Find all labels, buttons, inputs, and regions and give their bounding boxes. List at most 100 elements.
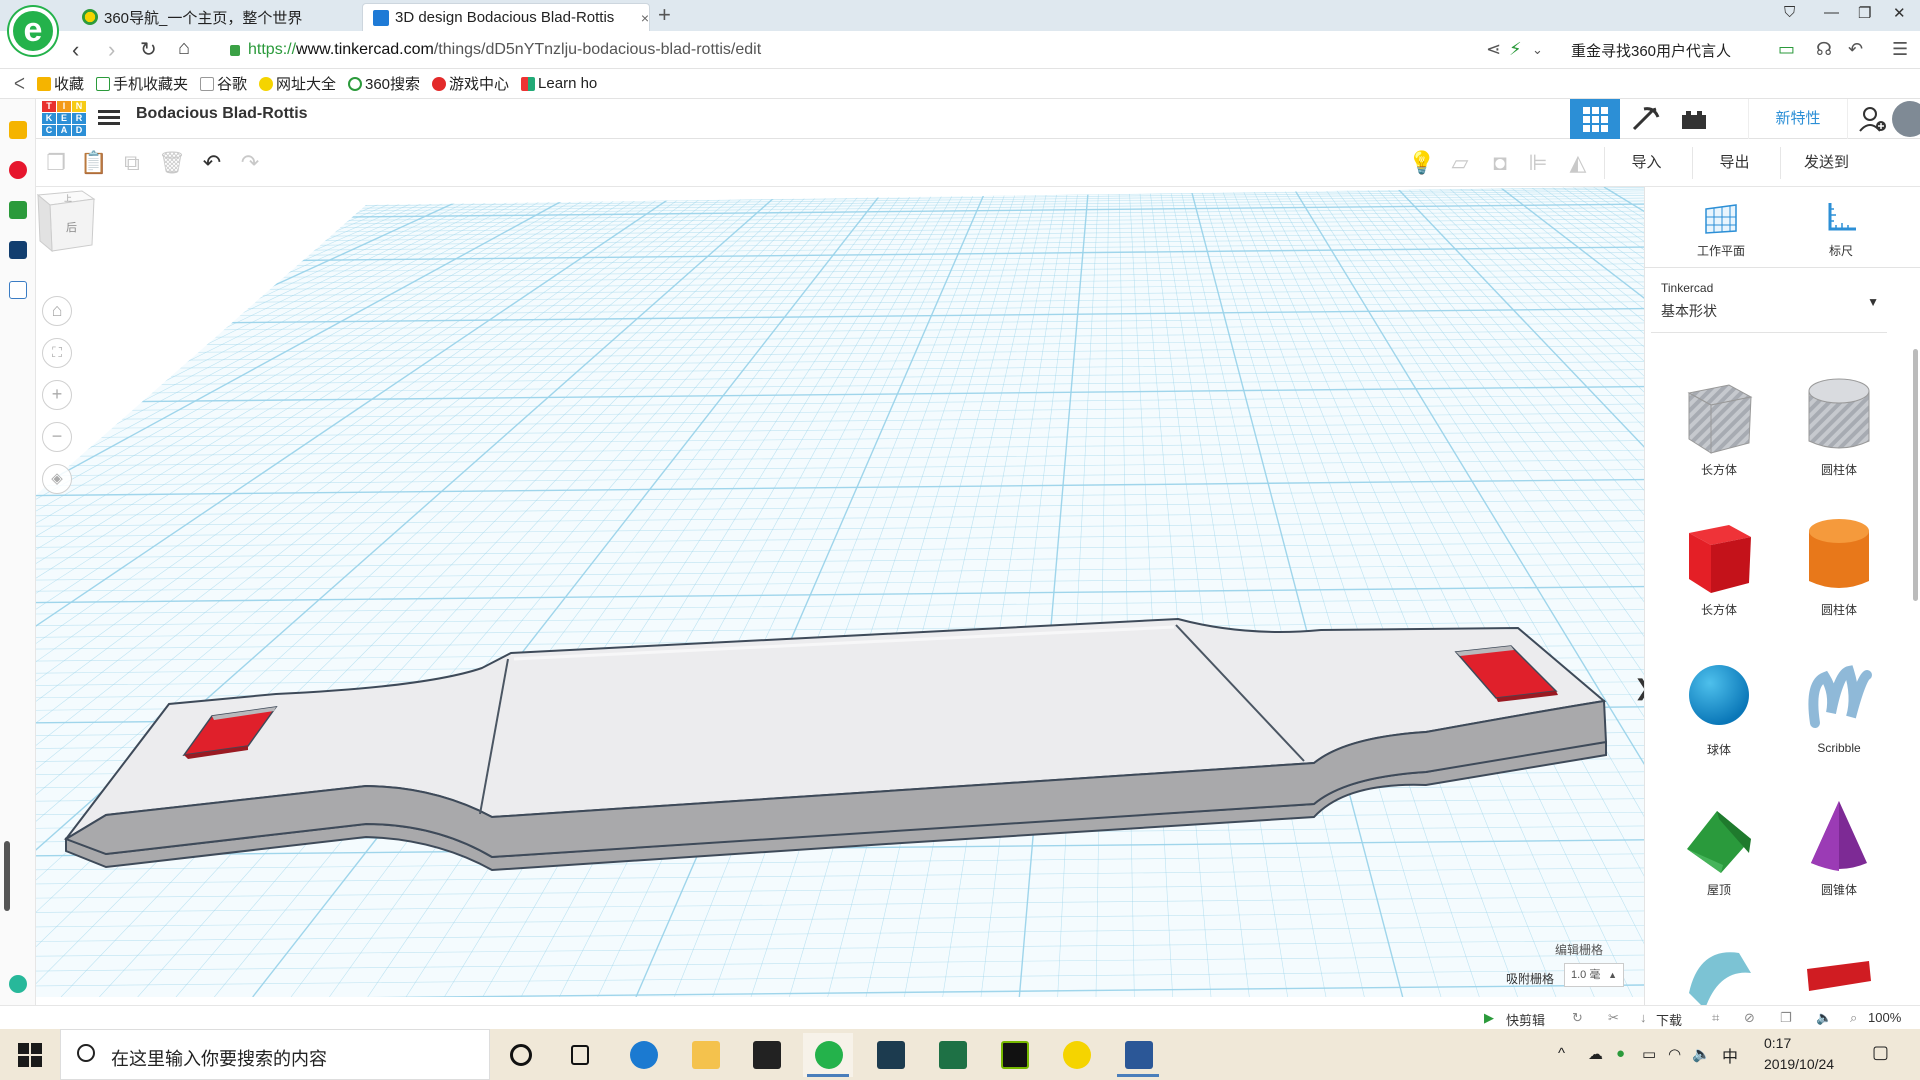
edit-grid-button[interactable]: 编辑栅格 [1555, 941, 1603, 958]
ime-indicator[interactable]: 中 [1722, 1043, 1738, 1067]
3d-view-button[interactable] [1570, 99, 1620, 139]
collapse-icon[interactable]: ᐸ [14, 75, 25, 93]
restore-button[interactable]: ❐ [1858, 4, 1871, 22]
panel-scrollbar[interactable] [1913, 349, 1918, 601]
new-tab-button[interactable]: + [658, 2, 671, 28]
avatar[interactable] [1892, 101, 1920, 137]
pickaxe-icon[interactable] [1630, 105, 1660, 133]
reload-icon[interactable]: ↻ [140, 37, 157, 62]
battery-tray-icon[interactable]: ▭ [1642, 1045, 1656, 1063]
import-button[interactable]: 导入 [1604, 147, 1688, 179]
weibo-icon[interactable] [9, 161, 27, 179]
bookmark-360search[interactable]: 360搜索 [348, 73, 420, 94]
group-icon[interactable]: ◘ [1488, 151, 1512, 175]
tray-expand-icon[interactable]: ^ [1558, 1045, 1565, 1062]
paste-icon[interactable]: 📋 [80, 151, 107, 175]
windows-start-icon[interactable] [18, 1043, 42, 1067]
fit-view-icon[interactable]: ⛶ [42, 338, 72, 368]
taskbar-player[interactable] [865, 1033, 915, 1077]
panel-toggle-icon[interactable]: ❯ [1634, 675, 1644, 701]
home-view-icon[interactable]: ⌂ [42, 296, 72, 326]
undo-icon[interactable]: ↶ [200, 151, 224, 175]
clear-icon[interactable]: ⊘ [1744, 1010, 1755, 1026]
shape-cylinder-hole[interactable]: 圆柱体 [1789, 373, 1889, 507]
speaker-icon[interactable]: 🔈 [1692, 1045, 1711, 1063]
download-icon[interactable]: ↓ [1640, 1010, 1647, 1025]
taskbar-search[interactable]: 在这里输入你要搜索的内容 [60, 1029, 490, 1080]
360-tray-icon[interactable]: ● [1616, 1045, 1625, 1062]
speed-mode-icon[interactable]: ⚡ [1509, 39, 1522, 60]
shape-roof[interactable]: 屋顶 [1669, 793, 1769, 927]
clock-time[interactable]: 0:17 [1764, 1035, 1791, 1051]
send-to-button[interactable]: 发送到 [1780, 147, 1872, 179]
rail-scroll[interactable] [4, 841, 10, 911]
bookmark-favorites[interactable]: 收藏 [36, 73, 84, 94]
news-icon[interactable] [9, 241, 27, 259]
forward-icon[interactable]: › [108, 37, 115, 63]
export-button[interactable]: 导出 [1692, 147, 1776, 179]
search-hint[interactable]: 重金寻找360用户代言人 [1571, 40, 1731, 61]
address-bar[interactable]: https:// www.tinkercad.com /things/dD5nY… [230, 37, 1530, 63]
shape-box[interactable]: 长方体 [1669, 513, 1769, 647]
taskbar-word[interactable] [1113, 1033, 1163, 1077]
add-user-icon[interactable] [1858, 105, 1888, 133]
workplane-tool[interactable]: 工作平面 [1681, 201, 1761, 259]
zoom-level[interactable]: 100% [1868, 1010, 1901, 1025]
refresh-icon[interactable]: ↻ [1572, 1010, 1583, 1026]
headset-icon[interactable]: ☊ [1816, 39, 1832, 60]
tinkercad-logo[interactable]: T I N K E R C A D [42, 101, 86, 137]
bookmark-learn[interactable]: Learn ho [521, 75, 597, 92]
shape-library-select[interactable]: Tinkercad 基本形状 ▼ [1651, 273, 1887, 333]
clock-date[interactable]: 2019/10/24 [1764, 1056, 1834, 1072]
shape-sphere[interactable]: 球体 [1669, 653, 1769, 787]
chevron-down-icon[interactable]: ⌄ [1532, 42, 1543, 58]
brick-icon[interactable] [1679, 105, 1709, 133]
snap-grid-select[interactable]: 1.0 毫 ▲ [1564, 963, 1624, 987]
menu-icon[interactable]: ☰ [1892, 39, 1908, 60]
bookmark-games[interactable]: 游戏中心 [432, 73, 509, 94]
minimize-button[interactable]: — [1824, 4, 1839, 21]
notes-icon[interactable] [9, 281, 27, 299]
viewcube[interactable]: 上 后 [36, 187, 100, 253]
home-icon[interactable]: ⌂ [178, 37, 190, 60]
window-icon[interactable]: ❐ [1780, 1010, 1792, 1026]
shape-cylinder[interactable]: 圆柱体 [1789, 513, 1889, 647]
close-window-button[interactable]: ✕ [1893, 4, 1906, 22]
download-label[interactable]: 下载 [1656, 1010, 1682, 1029]
duplicate-icon[interactable]: ⧉ [120, 151, 144, 175]
zoom-icon[interactable]: ⌕ [1850, 1010, 1857, 1026]
workplane[interactable]: 上 后 ⌂ ⛶ + − ◈ 编辑栅格 吸附栅格 1.0 毫 ▲ ❯ [36, 187, 1644, 997]
bookmark-google[interactable]: 谷歌 [199, 73, 247, 94]
pin-icon[interactable]: ✂ [1608, 1010, 1619, 1026]
assistant-icon[interactable] [9, 975, 27, 993]
back-icon[interactable]: ‹ [72, 37, 79, 63]
design-title[interactable]: Bodacious Blad-Rottis [136, 105, 308, 123]
taskbar-store[interactable] [741, 1033, 791, 1077]
shape-box-hole[interactable]: 长方体 [1669, 373, 1769, 507]
undo-icon[interactable]: ↶ [1848, 39, 1863, 60]
mail-icon[interactable] [9, 201, 27, 219]
skin-icon[interactable]: ⛉ [1784, 4, 1795, 21]
bulb-icon[interactable]: 💡 [1408, 151, 1435, 175]
taskbar-nvidia[interactable] [989, 1033, 1039, 1077]
perspective-icon[interactable]: ◈ [42, 464, 72, 494]
design-list-icon[interactable] [98, 107, 120, 129]
volume-icon[interactable]: 🔈 [1816, 1010, 1832, 1026]
bookmark-directory[interactable]: 网址大全 [258, 73, 336, 94]
tab-360-home[interactable]: 360导航_一个主页，整个世界 [72, 3, 362, 31]
notifications-icon[interactable]: ▢ [1872, 1042, 1889, 1063]
wifi-icon[interactable]: ◠ [1668, 1045, 1681, 1063]
taskbar-edge[interactable] [618, 1033, 668, 1077]
taskbar-360-safe[interactable] [1051, 1033, 1101, 1077]
align-icon[interactable]: ⊫ [1526, 151, 1550, 175]
delete-icon[interactable]: 🗑 [158, 151, 186, 175]
ruler-tool[interactable]: 标尺 [1801, 201, 1881, 259]
taskbar-excel[interactable] [927, 1033, 977, 1077]
taskbar-explorer[interactable] [680, 1033, 730, 1077]
zoom-out-icon[interactable]: − [42, 422, 72, 452]
favorites-icon[interactable] [9, 121, 27, 139]
mirror-icon[interactable]: ◭ [1566, 151, 1590, 175]
tab-close-icon[interactable]: × [641, 10, 649, 26]
new-features-button[interactable]: 新特性 [1748, 99, 1848, 139]
share-icon[interactable]: ⋖ [1486, 39, 1501, 60]
